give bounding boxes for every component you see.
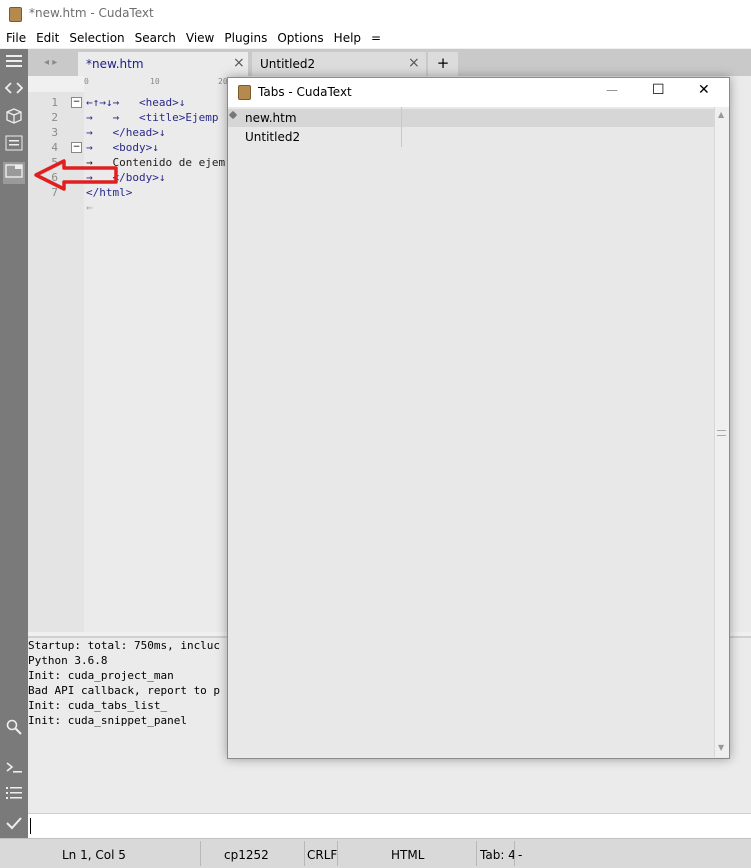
status-divider [476, 841, 477, 866]
line-number: 1 [51, 96, 58, 109]
tab-untitled2[interactable]: Untitled2 × [252, 52, 426, 76]
vertical-scrollbar[interactable]: ▲ ▼ [714, 107, 729, 757]
menu-file[interactable]: File [6, 28, 26, 48]
box-icon[interactable] [3, 107, 25, 129]
tab-bar: ◂ ▸ *new.htm × Untitled2 × + [28, 49, 751, 76]
status-bar: Ln 1, Col 5 cp1252 CRLF HTML Tab: 4 - [0, 838, 751, 868]
menu-plugins[interactable]: Plugins [224, 28, 267, 48]
tab-label: Untitled2 [260, 57, 316, 71]
code-line: ←↑→↓→ <head>↓ [86, 96, 186, 109]
console-line: Startup: total: 750ms, incluc [28, 639, 221, 652]
console-line: Init: cuda_tabs_list_ [28, 699, 168, 712]
console-icon[interactable] [3, 758, 25, 780]
tabs-panel-icon[interactable] [3, 162, 25, 184]
app-icon [238, 85, 251, 100]
ruler-mark: 10 [150, 77, 160, 86]
menu-options[interactable]: Options [277, 28, 323, 48]
tabs-list: new.htm Untitled2 [228, 107, 714, 757]
status-divider [337, 841, 338, 866]
status-divider [514, 841, 515, 866]
fold-toggle-icon[interactable]: − [71, 97, 82, 108]
list-item-label: Untitled2 [245, 130, 301, 144]
output-list-icon[interactable] [3, 785, 25, 807]
tab-close-icon[interactable]: × [233, 55, 245, 71]
text-cursor [30, 818, 31, 834]
dialog-title-bar: Tabs - CudaText — ☐ ✕ [228, 78, 729, 107]
window-title: *new.htm - CudaText [29, 6, 154, 20]
menu-edit[interactable]: Edit [36, 28, 59, 48]
code-line: → </head>↓ [86, 126, 166, 139]
dialog-title: Tabs - CudaText [258, 85, 352, 99]
menu-extra[interactable]: = [371, 28, 381, 48]
list-item-selected[interactable]: new.htm [228, 109, 714, 127]
menu-selection[interactable]: Selection [69, 28, 124, 48]
menu-view[interactable]: View [186, 28, 214, 48]
menu-search[interactable]: Search [135, 28, 176, 48]
close-button[interactable]: ✕ [698, 82, 710, 98]
console-line: Init: cuda_project_man [28, 669, 174, 682]
tab-new-htm[interactable]: *new.htm × [78, 52, 248, 76]
tab-close-icon[interactable]: × [408, 55, 420, 71]
menu-icon[interactable] [3, 52, 25, 74]
list-item[interactable]: Untitled2 [228, 129, 714, 147]
status-tab-size[interactable]: Tab: 4 [480, 848, 516, 862]
search-icon[interactable] [3, 719, 25, 741]
maximize-button[interactable]: ☐ [652, 82, 665, 98]
status-divider [304, 841, 305, 866]
code-icon[interactable] [3, 79, 25, 101]
console-line: Bad API callback, report to p [28, 684, 221, 697]
line-number: 3 [51, 126, 58, 139]
console-line: Python 3.6.8 [28, 654, 108, 667]
scroll-down-icon[interactable]: ▼ [718, 743, 724, 752]
tab-label: *new.htm [86, 57, 144, 71]
tabs-dialog: Tabs - CudaText — ☐ ✕ new.htm Untitled2 … [227, 77, 730, 759]
status-line-ending[interactable]: CRLF [307, 848, 337, 862]
add-tab-button[interactable]: + [428, 52, 458, 76]
code-line: ← [86, 201, 93, 214]
sidebar [0, 49, 28, 838]
tab-nav-arrows[interactable]: ◂ ▸ [44, 57, 57, 68]
menu-help[interactable]: Help [334, 28, 361, 48]
red-arrow-annotation [34, 159, 118, 191]
status-extra[interactable]: - [518, 848, 522, 862]
dirty-marker-icon [228, 110, 238, 120]
status-encoding[interactable]: cp1252 [224, 848, 269, 862]
fold-toggle-icon[interactable]: − [71, 142, 82, 153]
scroll-thumb-grip[interactable] [717, 430, 726, 436]
app-icon [9, 7, 22, 22]
plus-icon: + [436, 54, 450, 72]
console-input[interactable] [28, 813, 751, 839]
check-icon[interactable] [3, 814, 25, 836]
code-line: → → <title>Ejemp [86, 111, 219, 124]
console-line: Init: cuda_snippet_panel [28, 714, 187, 727]
minimize-button[interactable]: — [606, 83, 618, 97]
list-item-label: new.htm [245, 111, 297, 125]
menu-bar: File Edit Selection Search View Plugins … [0, 28, 751, 48]
ruler-mark: 0 [84, 77, 89, 86]
code-line: → <body>↓ [86, 141, 159, 154]
status-position[interactable]: Ln 1, Col 5 [62, 848, 126, 862]
title-bar: *new.htm - CudaText [0, 0, 751, 28]
line-number: 4 [51, 141, 58, 154]
line-number: 2 [51, 111, 58, 124]
list-icon[interactable] [3, 135, 25, 157]
status-lexer[interactable]: HTML [391, 848, 424, 862]
scroll-up-icon[interactable]: ▲ [718, 110, 724, 119]
status-divider [200, 841, 201, 866]
column-divider [401, 107, 402, 147]
